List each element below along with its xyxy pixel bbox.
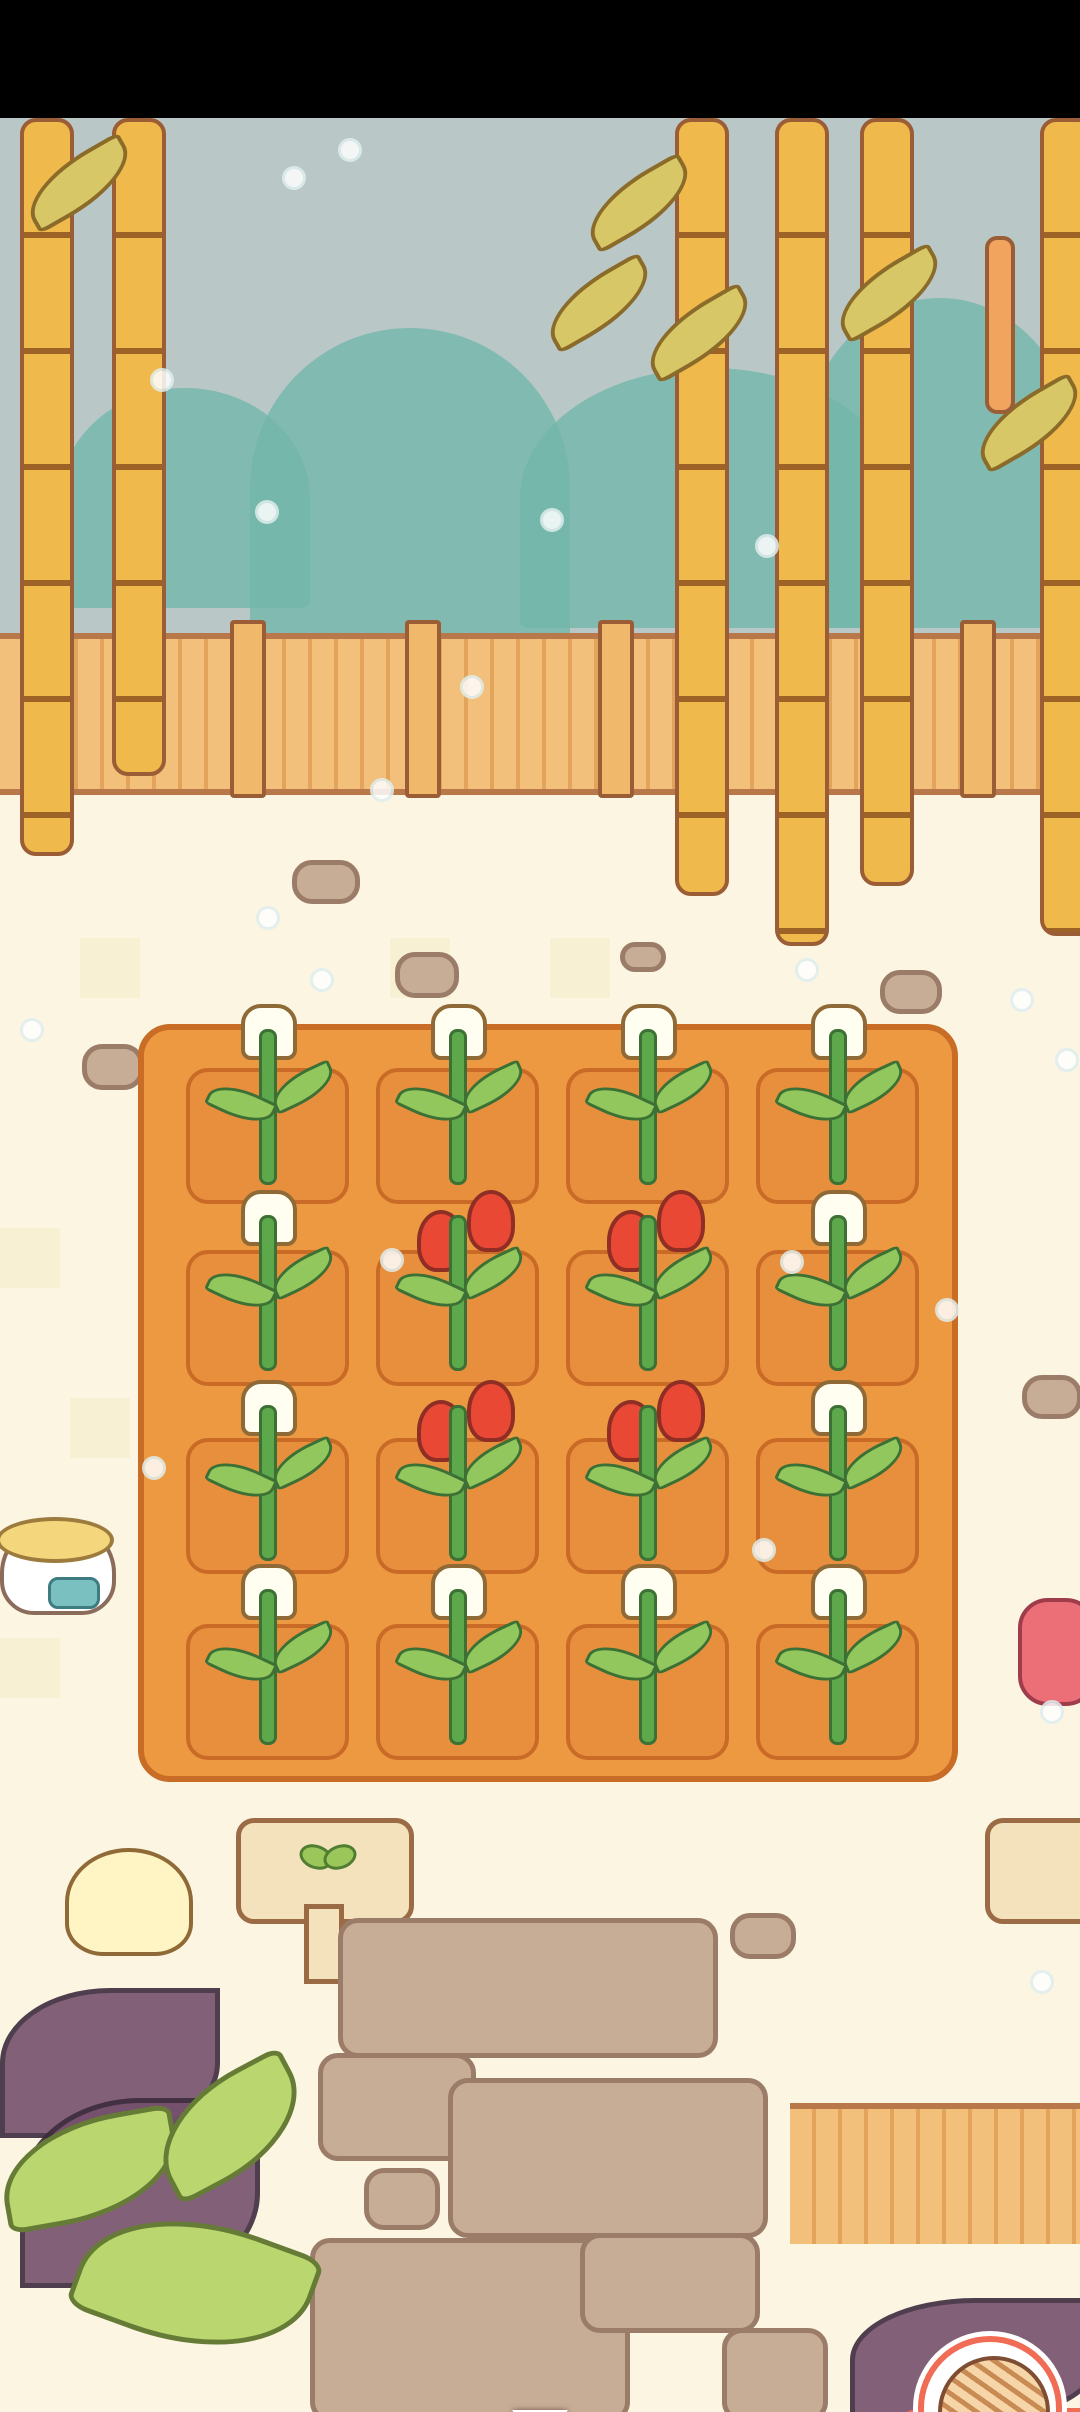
ground-tile: [0, 1228, 60, 1288]
red-flower-plant[interactable]: [569, 1190, 721, 1380]
bamboo-stalk: [860, 118, 914, 886]
small-stone: [82, 1044, 144, 1090]
snowflake: [1055, 1048, 1079, 1072]
straw-hat-icon: [0, 1517, 114, 1563]
lower-wooden-fence: [790, 2103, 1080, 2244]
ground-tile: [80, 938, 140, 998]
white-flower-plant[interactable]: [759, 1190, 911, 1380]
snowflake: [1030, 1970, 1054, 1994]
yarn-ball-icon: [938, 2356, 1050, 2412]
garden-scene: [0, 118, 1080, 2412]
white-flower-plant[interactable]: [189, 1380, 341, 1570]
fence-post: [230, 620, 266, 798]
snowflake: [142, 1456, 166, 1480]
white-flower-plant[interactable]: [569, 1004, 721, 1194]
pink-flower-bush[interactable]: [1018, 1598, 1080, 1706]
small-stone: [395, 952, 459, 998]
snowflake: [20, 1018, 44, 1042]
red-flower-plant[interactable]: [569, 1380, 721, 1570]
white-flower-plant[interactable]: [379, 1564, 531, 1754]
stepping-stone: [580, 2233, 760, 2333]
background-plant: [800, 298, 1080, 628]
bamboo-stalk: [112, 118, 166, 776]
fence-post: [960, 620, 996, 798]
snowflake: [282, 166, 306, 190]
red-flower-plant[interactable]: [379, 1380, 531, 1570]
sprout-icon: [299, 1837, 349, 1899]
stepping-stone: [448, 2078, 768, 2238]
small-stone: [1022, 1375, 1080, 1419]
snowflake: [752, 1538, 776, 1562]
white-flower-plant[interactable]: [189, 1004, 341, 1194]
red-flower-plant[interactable]: [379, 1190, 531, 1380]
snowflake: [150, 368, 174, 392]
snowflake: [380, 1248, 404, 1272]
snowflake: [338, 138, 362, 162]
ground-tile: [550, 938, 610, 998]
snowflake: [755, 534, 779, 558]
status-bar: [0, 0, 1080, 118]
snowflake: [540, 508, 564, 532]
stepping-stone: [364, 2168, 440, 2230]
gardener-cat[interactable]: [0, 1517, 116, 1615]
small-stone: [730, 1913, 796, 1959]
snowflake: [795, 958, 819, 982]
white-flower-plant[interactable]: [189, 1190, 341, 1380]
fence-post: [598, 620, 634, 798]
bamboo-stalk: [1040, 118, 1080, 936]
ground-tile: [70, 1398, 130, 1458]
white-flower-plant[interactable]: [759, 1004, 911, 1194]
white-flower-plant[interactable]: [759, 1564, 911, 1754]
fence-post: [405, 620, 441, 798]
red-flower-icon: [467, 1190, 515, 1252]
watering-can-icon: [48, 1577, 100, 1609]
red-flower-icon: [657, 1380, 705, 1442]
small-stone: [292, 860, 360, 904]
white-flower-plant[interactable]: [189, 1564, 341, 1754]
ground-tile: [0, 1638, 60, 1698]
plant-sign[interactable]: [985, 1818, 1080, 1924]
collapse-button[interactable]: [500, 2400, 578, 2412]
snowflake: [1010, 988, 1034, 1012]
snowflake: [255, 500, 279, 524]
bamboo-stalk: [675, 118, 729, 896]
white-flower-plant[interactable]: [379, 1004, 531, 1194]
stepping-stone: [722, 2328, 828, 2412]
snowflake: [460, 675, 484, 699]
hanging-rope: [985, 236, 1015, 414]
snowflake: [370, 778, 394, 802]
snowflake: [310, 968, 334, 992]
white-flower-plant[interactable]: [569, 1564, 721, 1754]
small-stone: [620, 942, 666, 972]
garden-plot[interactable]: [138, 1004, 958, 1782]
white-flower-plant[interactable]: [759, 1380, 911, 1570]
red-flower-icon: [657, 1190, 705, 1252]
yellow-flower-icon: [65, 1848, 193, 1956]
snowflake: [1040, 1700, 1064, 1724]
stepping-stone: [338, 1918, 718, 2058]
red-flower-icon: [467, 1380, 515, 1442]
snowflake: [780, 1250, 804, 1274]
snowflake: [256, 906, 280, 930]
snowflake: [935, 1298, 959, 1322]
bamboo-stalk: [775, 118, 829, 946]
